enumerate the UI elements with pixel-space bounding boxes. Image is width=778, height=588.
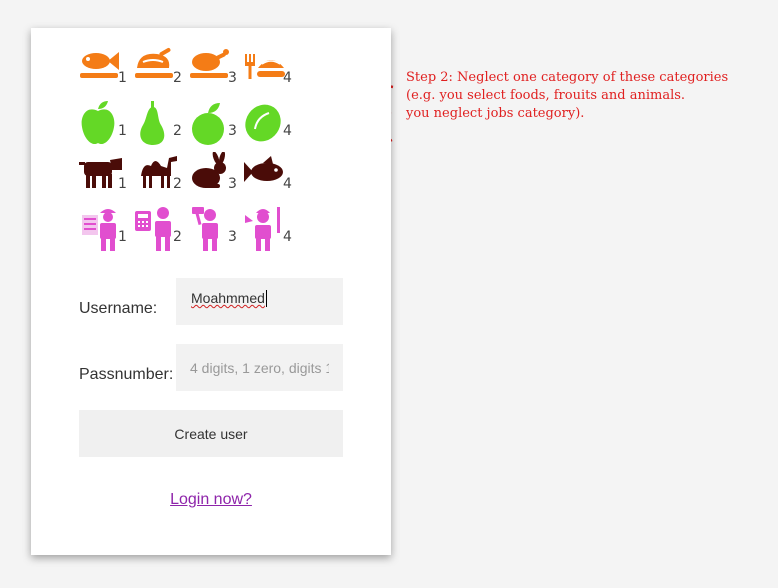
apple-icon [81,101,115,145]
fruit-option-4[interactable]: 4 [243,99,297,151]
option-number: 1 [118,176,127,192]
option-number: 4 [283,229,292,245]
annotation-line: you neglect jobs category). [406,106,585,121]
food-option-2[interactable]: 2 [133,46,187,98]
fruit-option-1[interactable]: 1 [78,99,132,151]
fruit-option-2[interactable]: 2 [133,99,187,151]
category-row-animals: 1 2 3 4 [78,152,298,205]
create-user-button[interactable]: Create user [79,410,343,457]
spaghetti-fork-icon [245,54,285,79]
roast-chicken-icon [190,49,229,78]
job-option-4[interactable]: 4 [243,205,297,257]
option-number: 3 [228,229,237,245]
option-number: 3 [228,70,237,86]
category-row-fruits: 1 2 3 4 [78,99,298,152]
passnumber-input[interactable] [176,344,343,391]
fruit-option-3[interactable]: 3 [188,99,242,151]
job-option-3[interactable]: 3 [188,205,242,257]
option-number: 2 [173,229,182,245]
pear-icon [140,101,165,145]
fish-on-plate-icon [80,52,119,78]
ham-on-plate-icon [135,48,173,78]
job-option-2[interactable]: 2 [133,205,187,257]
job-option-1[interactable]: 1 [78,205,132,257]
option-number: 1 [118,229,127,245]
option-number: 4 [283,70,292,86]
text-cursor [266,290,267,307]
animal-option-1[interactable]: 1 [78,152,132,204]
food-option-4[interactable]: 4 [243,46,297,98]
create-user-card: 1 2 3 4 1 2 3 4 1 2 3 4 1 2 3 4 Username… [31,28,391,555]
food-option-3[interactable]: 3 [188,46,242,98]
passnumber-label: Passnumber: [79,366,174,383]
option-number: 3 [228,123,237,139]
animal-option-2[interactable]: 2 [133,152,187,204]
animal-option-3[interactable]: 3 [188,152,242,204]
annotation-line: (e.g. you select foods, frouits and anim… [406,88,686,103]
option-number: 2 [173,123,182,139]
option-number: 4 [283,176,292,192]
login-now-link[interactable]: Login now? [31,491,391,509]
round-fruit-icon [192,103,224,145]
category-icon-grid: 1 2 3 4 1 2 3 4 1 2 3 4 1 2 3 4 [78,46,298,258]
food-option-1[interactable]: 1 [78,46,132,98]
username-label: Username: [79,300,158,317]
username-value: Moahmmed [191,290,265,306]
option-number: 4 [283,123,292,139]
option-number: 1 [118,70,127,86]
lime-icon [245,104,281,142]
instruction-annotation: Step 2: Neglect one category of these ca… [406,69,728,123]
animal-option-4[interactable]: 4 [243,152,297,204]
option-number: 2 [173,70,182,86]
category-row-jobs: 1 2 3 4 [78,205,298,258]
category-row-foods: 1 2 3 4 [78,46,298,99]
annotation-line: Step 2: Neglect one category of these ca… [406,70,729,85]
option-number: 3 [228,176,237,192]
option-number: 1 [118,123,127,139]
option-number: 2 [173,176,182,192]
